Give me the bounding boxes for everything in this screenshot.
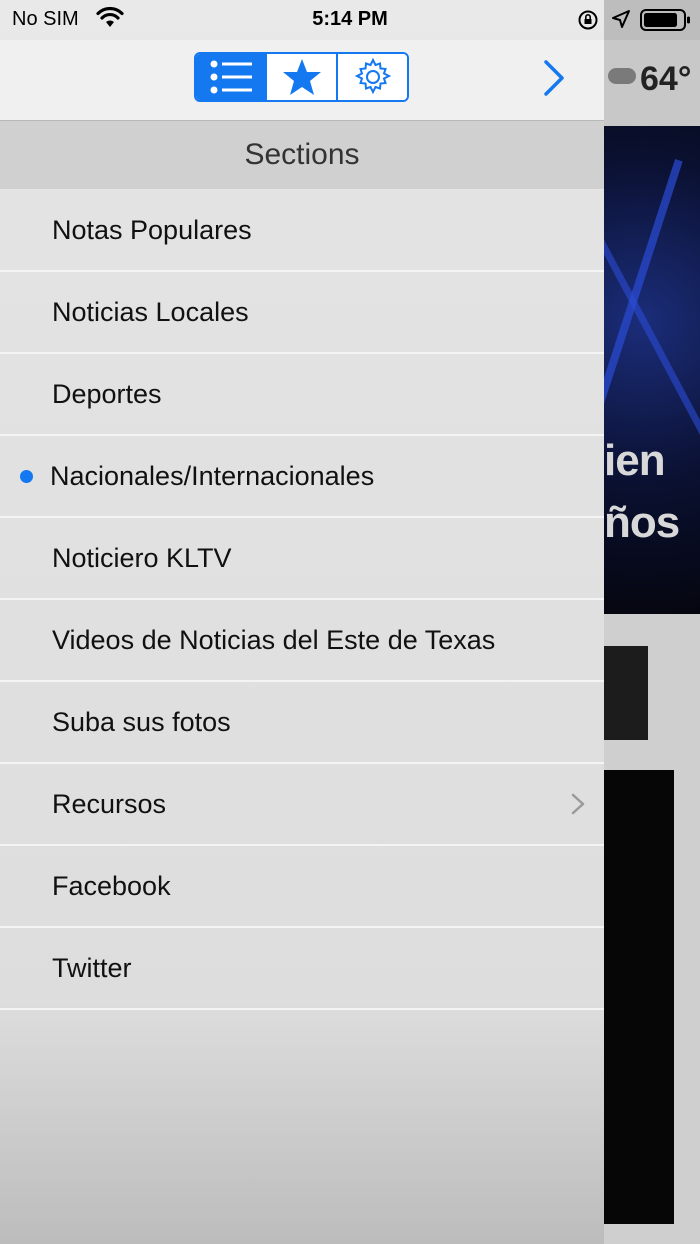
chevron-right-icon — [571, 793, 585, 815]
selected-indicator-icon — [20, 469, 33, 483]
section-item-label: Noticiero KLTV — [52, 542, 232, 573]
section-item-nacionales-internacionales[interactable]: Nacionales/Internacionales — [0, 436, 604, 518]
location-arrow-icon — [612, 10, 630, 28]
star-icon — [282, 59, 321, 95]
background-video — [604, 770, 674, 1224]
gear-icon — [354, 57, 391, 95]
sections-title: Sections — [0, 121, 604, 189]
hero-headline-fragment: ños — [604, 498, 680, 547]
list-icon — [210, 60, 252, 94]
section-item-suba-sus-fotos[interactable]: Suba sus fotos — [0, 682, 604, 764]
section-item-noticias-locales[interactable]: Noticias Locales — [0, 272, 604, 354]
section-item-label: Deportes — [52, 378, 162, 409]
drawer-toolbar — [0, 40, 604, 121]
tab-sections[interactable] — [196, 54, 267, 100]
section-item-label: Facebook — [52, 870, 171, 901]
section-item-label: Recursos — [52, 788, 167, 819]
section-item-facebook[interactable]: Facebook — [0, 846, 604, 928]
sections-drawer: Sections Notas Populares Noticias Locale… — [0, 0, 604, 1244]
hero-headline-fragment: ien — [604, 436, 666, 485]
section-item-label: Twitter — [52, 952, 132, 983]
section-item-noticiero-kltv[interactable]: Noticiero KLTV — [0, 518, 604, 600]
section-item-label: Noticias Locales — [52, 296, 249, 327]
tab-favorites[interactable] — [267, 54, 338, 100]
section-item-videos[interactable]: Videos de Noticias del Este de Texas — [0, 600, 604, 682]
tab-settings[interactable] — [338, 54, 407, 100]
section-item-deportes[interactable]: Deportes — [0, 354, 604, 436]
section-item-notas-populares[interactable]: Notas Populares — [0, 190, 604, 272]
section-item-twitter[interactable]: Twitter — [0, 928, 604, 1010]
sections-list: Notas Populares Noticias Locales Deporte… — [0, 190, 604, 1010]
weather-temperature: 64° — [640, 60, 692, 98]
section-item-label: Notas Populares — [52, 214, 252, 245]
chevron-right-icon[interactable] — [538, 58, 568, 98]
section-item-recursos[interactable]: Recursos — [0, 764, 604, 846]
weather-cloud-icon — [608, 68, 636, 84]
status-bar: No SIM 5:14 PM — [0, 0, 700, 40]
rotation-lock-icon — [578, 10, 598, 30]
section-item-label: Nacionales/Internacionales — [50, 460, 375, 491]
section-item-label: Suba sus fotos — [52, 706, 231, 737]
section-item-label: Videos de Noticias del Este de Texas — [52, 624, 496, 655]
background-thumbnail — [604, 646, 648, 740]
drawer-tab-control — [194, 52, 409, 102]
battery-icon — [640, 9, 690, 31]
screen: 64° ien ños Sections Notas Populares Not… — [0, 0, 700, 1244]
